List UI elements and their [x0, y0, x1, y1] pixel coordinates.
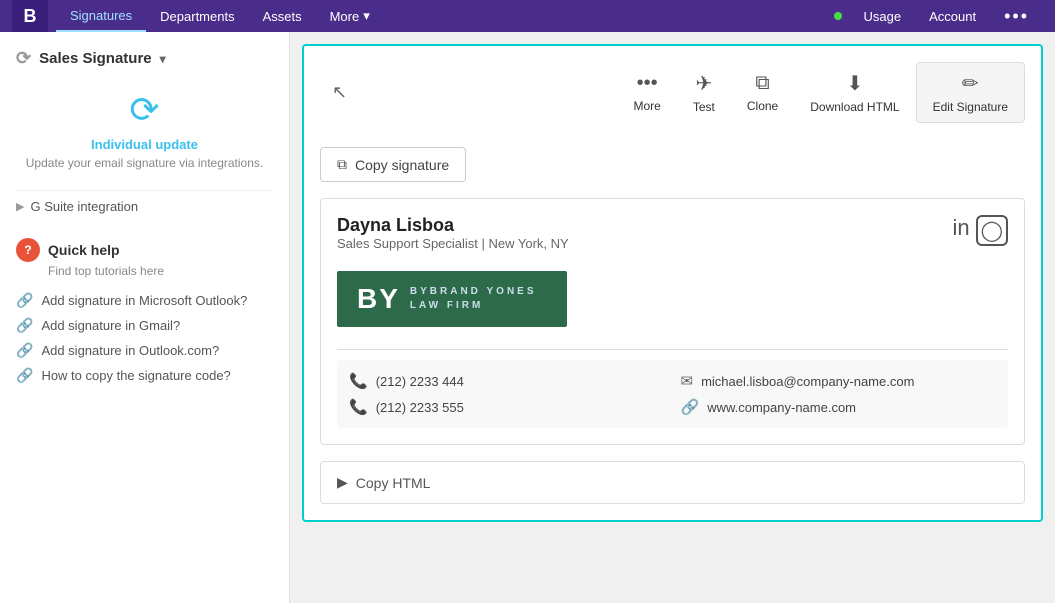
signature-name: Sales Signature: [39, 50, 152, 67]
help-link-label-0: Add signature in Microsoft Outlook?: [41, 293, 247, 308]
help-link-outlookcom[interactable]: 🔗 Add signature in Outlook.com?: [16, 338, 273, 363]
email-icon: ✉: [681, 372, 694, 390]
download-html-button[interactable]: ⬇ Download HTML: [794, 63, 915, 122]
phone2-value: (212) 2233 555: [376, 400, 464, 415]
quick-help-subtitle: Find top tutorials here: [48, 264, 273, 278]
copy-html-label: Copy HTML: [356, 475, 431, 491]
download-label: Download HTML: [810, 100, 899, 114]
individual-update-description: Update your email signature via integrat…: [16, 156, 273, 170]
edit-icon: ✏: [962, 71, 979, 96]
signature-divider: [337, 349, 1008, 350]
help-link-label-2: Add signature in Outlook.com?: [41, 343, 219, 358]
help-link-gmail[interactable]: 🔗 Add signature in Gmail?: [16, 313, 273, 338]
nav-account[interactable]: Account: [915, 0, 990, 32]
nav-usage[interactable]: Usage: [850, 0, 916, 32]
signature-person-title: Sales Support Specialist | New York, NY: [337, 236, 569, 251]
social-icons: in ◯: [952, 215, 1008, 246]
clone-button[interactable]: ⧉ Clone: [731, 64, 794, 121]
brand-logo: B: [12, 0, 48, 32]
chevron-down-icon: ▾: [363, 8, 370, 24]
test-label: Test: [693, 100, 715, 114]
main-layout: ⟳ Sales Signature ▾ ⟳ Individual update …: [0, 32, 1055, 603]
instagram-icon[interactable]: ◯: [976, 215, 1008, 246]
copy-icon: ⧉: [337, 156, 347, 173]
quick-help-header: ? Quick help: [16, 238, 273, 262]
phone2-row: 📞 (212) 2233 555: [349, 398, 665, 416]
nav-ellipsis[interactable]: •••: [990, 0, 1043, 32]
help-link-label-1: Add signature in Gmail?: [41, 318, 180, 333]
email-value: michael.lisboa@company-name.com: [701, 374, 914, 389]
copy-html-row[interactable]: ▶ Copy HTML: [320, 461, 1025, 504]
chevron-down-icon: ▾: [160, 52, 166, 66]
nav-signatures[interactable]: Signatures: [56, 0, 146, 32]
logo-firm-name: BYBRAND YONES LAW FIRM: [410, 285, 537, 313]
nav-more[interactable]: More ▾: [316, 0, 384, 32]
cursor-arrow-icon: ↖: [320, 74, 359, 111]
edit-signature-button[interactable]: ✏ Edit Signature: [916, 62, 1025, 123]
top-navigation: B Signatures Departments Assets More ▾ U…: [0, 0, 1055, 32]
link-icon: 🔗: [16, 367, 33, 384]
company-logo: BY BYBRAND YONES LAW FIRM: [337, 271, 567, 327]
signature-panel: ↖ ••• More ✈ Test ⧉ Clone ⬇ Download HTM…: [302, 44, 1043, 522]
toolbar: ↖ ••• More ✈ Test ⧉ Clone ⬇ Download HTM…: [320, 62, 1025, 131]
help-icon: ?: [16, 238, 40, 262]
more-icon: •••: [637, 72, 658, 95]
test-button[interactable]: ✈ Test: [677, 63, 731, 122]
individual-update-label: Individual update: [16, 137, 273, 152]
gsuite-label: G Suite integration: [30, 199, 138, 214]
website-icon: 🔗: [681, 398, 700, 416]
email-row: ✉ michael.lisboa@company-name.com: [681, 372, 997, 390]
clone-icon: ⧉: [755, 72, 769, 95]
more-label: More: [634, 99, 661, 113]
signature-card-header: Dayna Lisboa Sales Support Specialist | …: [337, 215, 1008, 251]
nav-assets[interactable]: Assets: [249, 0, 316, 32]
status-dot: [834, 12, 842, 20]
copy-signature-label: Copy signature: [355, 157, 449, 173]
website-row: 🔗 www.company-name.com: [681, 398, 997, 416]
test-icon: ✈: [695, 71, 712, 96]
quick-help-title: Quick help: [48, 242, 120, 258]
signature-person-name: Dayna Lisboa: [337, 215, 569, 236]
copy-signature-button[interactable]: ⧉ Copy signature: [320, 147, 466, 182]
link-icon: 🔗: [16, 292, 33, 309]
refresh-icon-big: ⟳: [16, 89, 273, 131]
download-icon: ⬇: [847, 71, 864, 96]
link-icon: 🔗: [16, 342, 33, 359]
phone2-icon: 📞: [349, 398, 368, 416]
help-link-outlook[interactable]: 🔗 Add signature in Microsoft Outlook?: [16, 288, 273, 313]
phone1-row: 📞 (212) 2233 444: [349, 372, 665, 390]
signature-selector[interactable]: ⟳ Sales Signature ▾: [16, 48, 273, 69]
phone-icon: 📞: [349, 372, 368, 390]
gsuite-integration-row[interactable]: ▶ G Suite integration: [16, 190, 273, 222]
chevron-right-icon: ▶: [337, 474, 348, 491]
signature-info: Dayna Lisboa Sales Support Specialist | …: [337, 215, 569, 251]
chevron-right-icon: ▶: [16, 200, 24, 213]
edit-label: Edit Signature: [933, 100, 1008, 114]
linkedin-icon[interactable]: in: [952, 215, 969, 246]
logo-letters: BY: [357, 283, 400, 315]
sidebar: ⟳ Sales Signature ▾ ⟳ Individual update …: [0, 32, 290, 603]
signature-card: Dayna Lisboa Sales Support Specialist | …: [320, 198, 1025, 445]
phone1-value: (212) 2233 444: [376, 374, 464, 389]
content-area: ↖ ••• More ✈ Test ⧉ Clone ⬇ Download HTM…: [290, 32, 1055, 603]
sync-icon: ⟳: [16, 48, 31, 69]
nav-departments[interactable]: Departments: [146, 0, 248, 32]
more-button[interactable]: ••• More: [618, 64, 677, 121]
quick-help-section: ? Quick help Find top tutorials here 🔗 A…: [16, 238, 273, 388]
individual-update-section: ⟳ Individual update Update your email si…: [16, 89, 273, 170]
signature-contacts: 📞 (212) 2233 444 ✉ michael.lisboa@compan…: [337, 360, 1008, 428]
help-link-label-3: How to copy the signature code?: [41, 368, 230, 383]
clone-label: Clone: [747, 99, 778, 113]
website-value: www.company-name.com: [707, 400, 856, 415]
help-link-copy-code[interactable]: 🔗 How to copy the signature code?: [16, 363, 273, 388]
link-icon: 🔗: [16, 317, 33, 334]
